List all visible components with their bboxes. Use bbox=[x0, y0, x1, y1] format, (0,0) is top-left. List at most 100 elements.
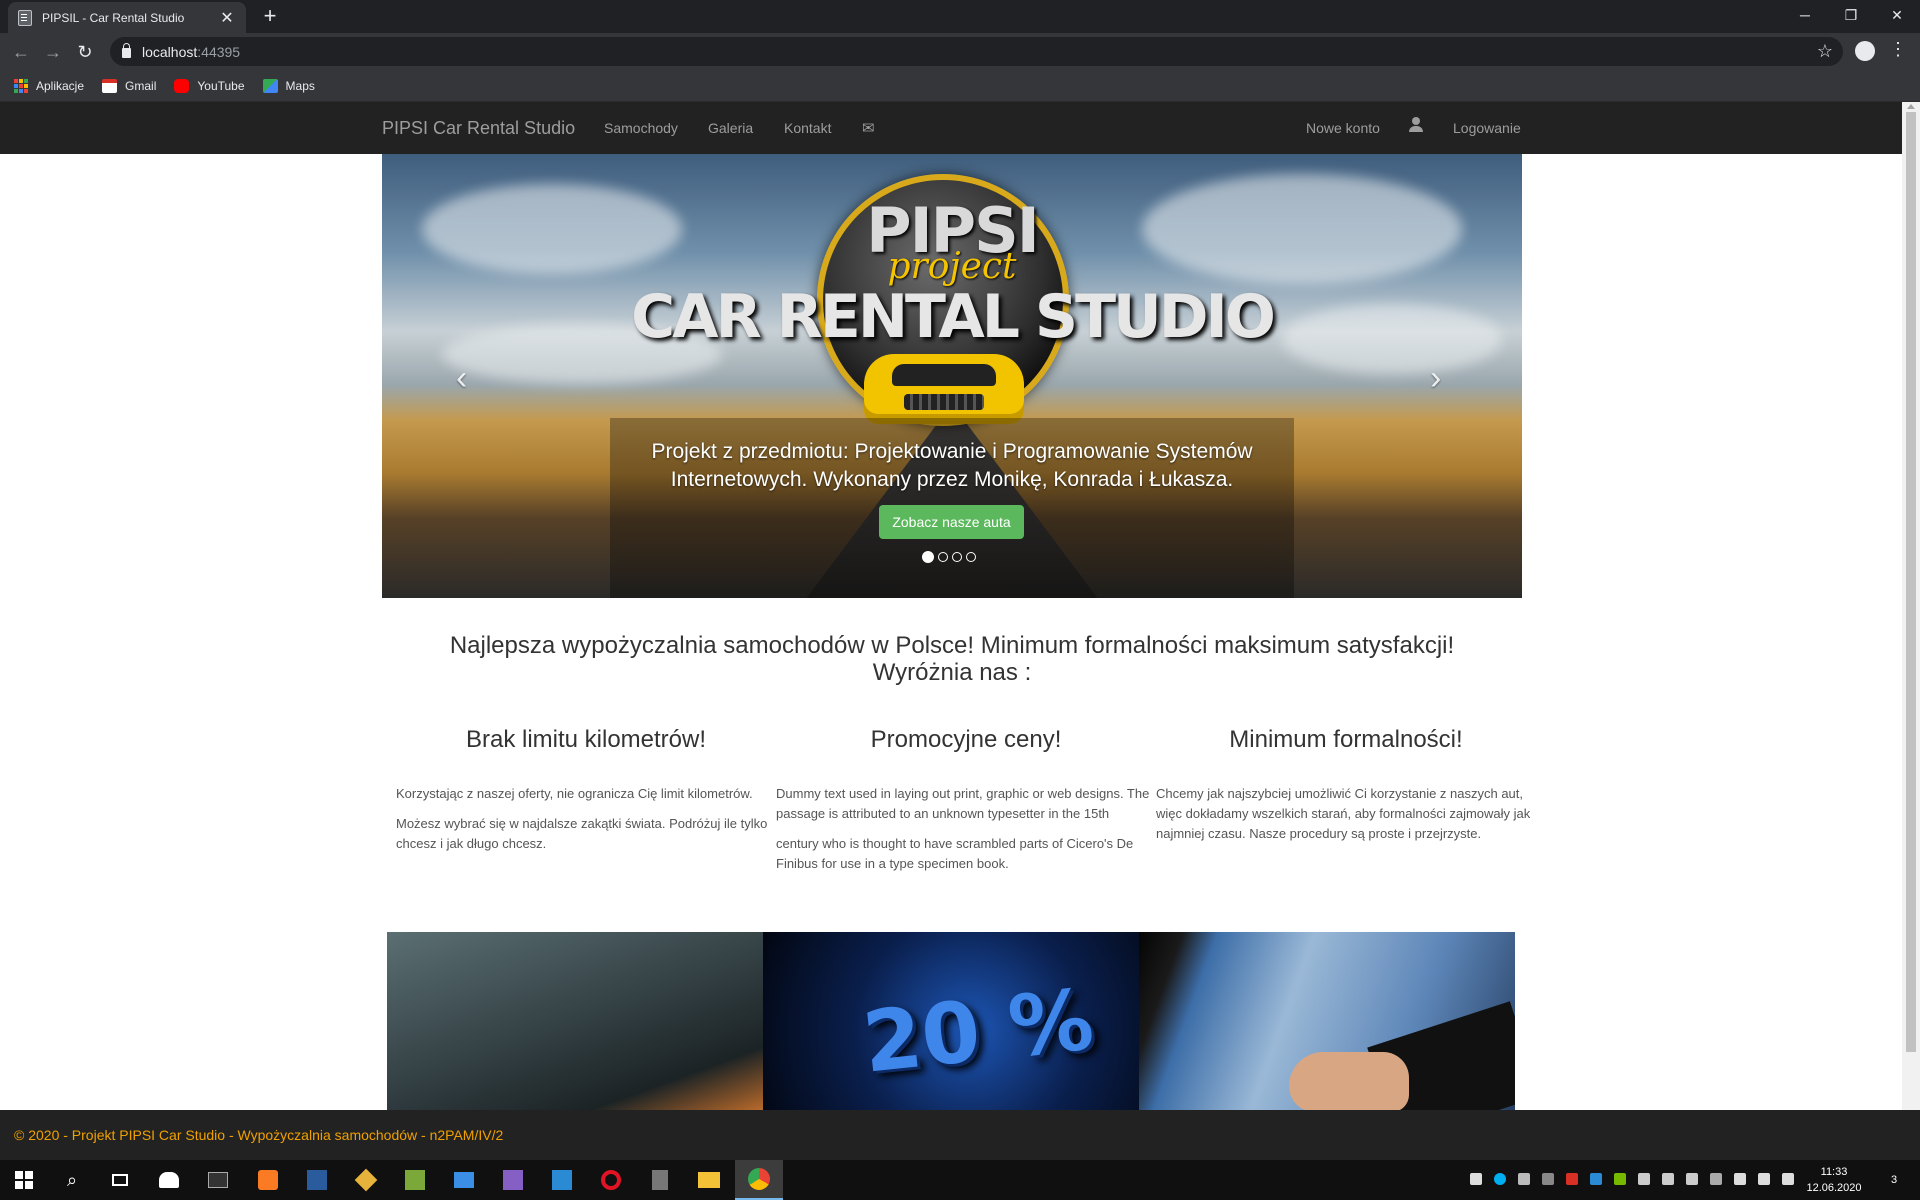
windows-taskbar: ⌕ 11:33 12.06.2020 3 bbox=[0, 1160, 1920, 1200]
chrome-taskbar-icon[interactable] bbox=[735, 1160, 783, 1200]
bookmark-star-icon[interactable]: ☆ bbox=[1817, 41, 1833, 62]
hero-carousel: PIPSI project CAR RENTAL STUDIO ‹ › Proj… bbox=[382, 154, 1522, 598]
tray-icon[interactable] bbox=[1590, 1173, 1602, 1185]
nav-link-kontakt[interactable]: Kontakt bbox=[784, 120, 831, 136]
carousel-indicator[interactable] bbox=[952, 552, 962, 562]
nav-link-samochody[interactable]: Samochody bbox=[604, 120, 678, 136]
nvidia-tray-icon[interactable] bbox=[1614, 1173, 1626, 1185]
handshake-image bbox=[1139, 932, 1515, 1110]
tagline-line1: Najlepsza wypożyczalnia samochodów w Pol… bbox=[449, 632, 1455, 659]
reload-icon[interactable]: ↻ bbox=[72, 39, 98, 65]
feature-images: 20 % bbox=[387, 932, 1517, 1110]
carousel-indicator[interactable] bbox=[938, 552, 948, 562]
tray-icon[interactable] bbox=[1662, 1173, 1674, 1185]
notification-count: 3 bbox=[1890, 1174, 1898, 1186]
browser-tab-strip: PIPSIL - Car Rental Studio ✕ + ─ ❐ ✕ bbox=[0, 0, 1920, 33]
nav-link-galeria[interactable]: Galeria bbox=[708, 120, 753, 136]
battery-icon[interactable] bbox=[1710, 1173, 1722, 1185]
feature-text: Chcemy jak najszybciej umożliwić Ci korz… bbox=[1156, 786, 1531, 841]
feature-text: century who is thought to have scrambled… bbox=[776, 836, 1134, 871]
address-bar[interactable]: localhost:44395 ☆ bbox=[110, 37, 1843, 66]
clock-date: 12.06.2020 bbox=[1806, 1182, 1862, 1194]
visual-studio-icon[interactable] bbox=[499, 1166, 527, 1194]
scrollbar-thumb[interactable] bbox=[1906, 112, 1916, 1052]
photos-app-icon[interactable] bbox=[155, 1166, 183, 1194]
minimize-button[interactable]: ─ bbox=[1782, 0, 1828, 30]
onedrive-tray-icon[interactable] bbox=[1470, 1173, 1482, 1185]
tray-icon[interactable] bbox=[1734, 1173, 1746, 1185]
close-window-button[interactable]: ✕ bbox=[1874, 0, 1920, 30]
carousel-indicator[interactable] bbox=[966, 552, 976, 562]
feature-promo-prices: Promocyjne ceny! Dummy text used in layi… bbox=[776, 726, 1156, 884]
opera-icon[interactable] bbox=[597, 1166, 625, 1194]
url-host: localhost bbox=[142, 43, 198, 60]
volume-icon[interactable] bbox=[1782, 1173, 1794, 1185]
feature-no-limit: Brak limitu kilometrów! Korzystając z na… bbox=[396, 726, 776, 864]
bookmark-youtube[interactable]: YouTube bbox=[174, 78, 245, 93]
user-icon bbox=[1409, 117, 1423, 133]
carousel-indicators bbox=[922, 551, 976, 563]
nav-link-login[interactable]: Logowanie bbox=[1453, 120, 1521, 136]
tray-icon[interactable] bbox=[1638, 1173, 1650, 1185]
carousel-next-icon[interactable]: › bbox=[1430, 359, 1441, 398]
git-app-icon[interactable] bbox=[352, 1166, 380, 1194]
bookmark-apps[interactable]: Aplikacje bbox=[14, 78, 84, 93]
file-explorer-icon[interactable] bbox=[695, 1166, 723, 1194]
bookmark-label: YouTube bbox=[197, 78, 245, 93]
feature-title: Promocyjne ceny! bbox=[870, 726, 1062, 753]
site-brand[interactable]: PIPSI Car Rental Studio bbox=[382, 118, 575, 139]
vscode-icon[interactable] bbox=[548, 1166, 576, 1194]
ssms-app-icon[interactable] bbox=[303, 1166, 331, 1194]
terminal-app-icon[interactable] bbox=[204, 1166, 232, 1194]
feature-title: Minimum formalności! bbox=[1229, 726, 1463, 753]
lock-icon bbox=[122, 43, 131, 58]
page-scrollbar[interactable] bbox=[1902, 102, 1920, 1160]
carousel-indicator[interactable] bbox=[922, 551, 934, 563]
site-navbar: PIPSI Car Rental Studio Samochody Galeri… bbox=[0, 102, 1902, 154]
storm-clouds-image bbox=[387, 932, 763, 1110]
tray-icon[interactable] bbox=[1518, 1173, 1530, 1185]
xampp-app-icon[interactable] bbox=[254, 1166, 282, 1194]
gmail-tray-icon[interactable] bbox=[1566, 1173, 1578, 1185]
bookmarks-bar: Aplikacje Gmail YouTube Maps bbox=[0, 70, 1920, 102]
feature-title: Brak limitu kilometrów! bbox=[465, 726, 707, 753]
yellow-car-image bbox=[864, 354, 1024, 424]
bookmark-label: Gmail bbox=[125, 78, 157, 93]
back-icon[interactable]: ← bbox=[8, 39, 34, 65]
notifications-icon[interactable]: 3 bbox=[1880, 1166, 1908, 1194]
windows-start-icon[interactable] bbox=[10, 1166, 38, 1194]
tab-close-icon[interactable]: ✕ bbox=[218, 8, 236, 28]
browser-menu-icon[interactable]: ⋮ bbox=[1889, 39, 1907, 60]
tray-icon[interactable] bbox=[1542, 1173, 1554, 1185]
search-icon[interactable]: ⌕ bbox=[58, 1166, 86, 1194]
azure-app-icon[interactable] bbox=[450, 1166, 478, 1194]
skype-tray-icon[interactable] bbox=[1494, 1173, 1506, 1185]
profile-icon[interactable] bbox=[1855, 41, 1875, 61]
forward-icon[interactable]: → bbox=[40, 39, 66, 65]
calculator-icon[interactable] bbox=[646, 1166, 674, 1194]
footer-text: © 2020 - Projekt PIPSI Car Studio - Wypo… bbox=[14, 1127, 504, 1143]
system-clock[interactable]: 11:33 12.06.2020 bbox=[1800, 1164, 1868, 1196]
hand-shape bbox=[1289, 1052, 1409, 1110]
feature-text: Dummy text used in laying out print, gra… bbox=[776, 786, 1150, 821]
feature-text: Korzystając z naszej oferty, nie ogranic… bbox=[396, 786, 753, 801]
apps-grid-icon bbox=[14, 78, 28, 93]
logo-text-studio: CAR RENTAL STUDIO bbox=[631, 282, 1276, 352]
task-view-icon[interactable] bbox=[106, 1166, 134, 1194]
envelope-icon[interactable]: ✉ bbox=[862, 119, 875, 137]
url-port: :44395 bbox=[197, 43, 241, 60]
scroll-up-icon[interactable] bbox=[1907, 104, 1915, 109]
carousel-prev-icon[interactable]: ‹ bbox=[456, 359, 467, 398]
maps-icon bbox=[262, 78, 278, 93]
wifi-icon[interactable] bbox=[1758, 1173, 1770, 1185]
nav-link-register[interactable]: Nowe konto bbox=[1306, 120, 1380, 136]
bookmark-gmail[interactable]: Gmail bbox=[102, 78, 157, 93]
maximize-button[interactable]: ❐ bbox=[1828, 0, 1874, 30]
bookmark-maps[interactable]: Maps bbox=[262, 78, 315, 93]
gmail-icon bbox=[102, 78, 118, 93]
new-tab-button[interactable]: + bbox=[258, 5, 282, 29]
browser-tab[interactable]: PIPSIL - Car Rental Studio ✕ bbox=[8, 2, 246, 33]
tray-icon[interactable] bbox=[1686, 1173, 1698, 1185]
editor-app-icon[interactable] bbox=[401, 1166, 429, 1194]
see-cars-button[interactable]: Zobacz nasze auta bbox=[879, 505, 1024, 539]
